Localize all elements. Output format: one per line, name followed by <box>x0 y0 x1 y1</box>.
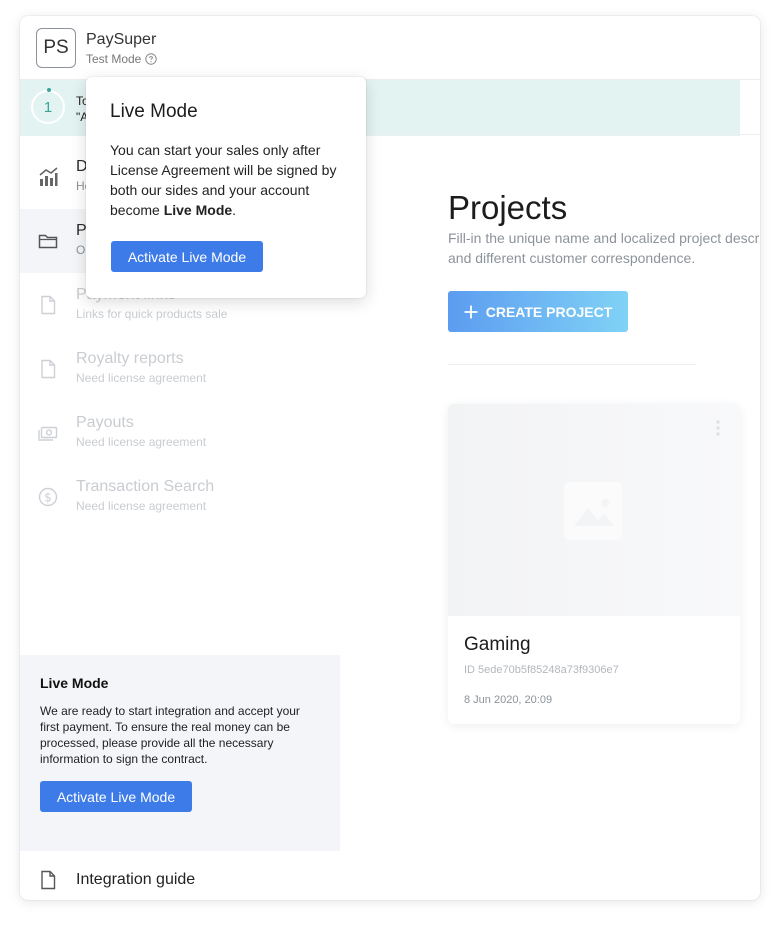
header: PS PaySuper Test Mode <box>20 16 760 80</box>
integration-guide-link[interactable]: Integration guide <box>20 864 340 900</box>
step-progress-dot <box>47 88 51 92</box>
app-title: PaySuper <box>86 31 157 48</box>
sidebar-item-subtitle: Links for quick products sale <box>76 307 228 321</box>
sidebar-item-subtitle: Need license agreement <box>76 435 207 449</box>
plus-icon <box>464 305 478 318</box>
live-mode-card-title: Live Mode <box>40 675 109 691</box>
chart-icon <box>39 167 58 186</box>
page-description: Fill-in the unique name and localized pr… <box>448 230 760 266</box>
create-project-button[interactable]: CREATE PROJECT <box>448 291 628 332</box>
sidebar-item-transaction-search[interactable]: $ Transaction Search Need license agreem… <box>20 465 340 529</box>
project-date: 8 Jun 2020, 20:09 <box>464 694 553 706</box>
sidebar-item-payouts[interactable]: Payouts Need license agreement <box>20 401 340 465</box>
project-name: Gaming <box>464 634 531 655</box>
document-icon <box>41 870 56 890</box>
project-id: ID 5ede70b5f85248a73f9306e7 <box>464 664 619 676</box>
divider <box>448 364 696 365</box>
live-mode-popover: Live Mode You can start your sales only … <box>86 77 366 298</box>
project-card[interactable]: Gaming ID 5ede70b5f85248a73f9306e7 8 Jun… <box>448 404 740 724</box>
sidebar-item-title: Payouts <box>76 414 134 431</box>
sidebar-item-subtitle: Need license agreement <box>76 371 207 385</box>
more-vertical-icon[interactable] <box>710 418 726 438</box>
live-mode-card-text: We are ready to start integration and ac… <box>40 704 300 766</box>
popover-activate-live-mode-button[interactable]: Activate Live Mode <box>111 241 263 272</box>
folder-icon <box>38 234 58 249</box>
step-progress-circle: 1 <box>31 90 65 124</box>
mode-label: Test Mode <box>86 52 142 66</box>
page-title: Projects <box>448 189 568 226</box>
step-number: 1 <box>43 98 53 116</box>
popover-text-bold: Live Mode <box>163 202 233 218</box>
main-content: Projects Fill-in the unique name and loc… <box>340 80 760 900</box>
integration-guide-label: Integration guide <box>76 871 196 888</box>
dollar-icon: $ <box>38 487 58 507</box>
document-icon <box>41 359 56 379</box>
sidebar-item-subtitle: Need license agreement <box>76 499 207 513</box>
popover-title: Live Mode <box>110 101 198 122</box>
app-logo[interactable]: PS <box>36 28 76 68</box>
divider <box>360 134 760 135</box>
sidebar-item-title: Royalty reports <box>76 350 184 367</box>
create-project-label: CREATE PROJECT <box>485 303 613 320</box>
help-icon[interactable] <box>145 53 158 65</box>
sidebar-item-royalty-reports[interactable]: Royalty reports Need license agreement <box>20 337 340 401</box>
svg-text:$: $ <box>44 491 52 505</box>
activate-live-mode-button[interactable]: Activate Live Mode <box>40 781 192 812</box>
payout-icon <box>38 426 58 441</box>
sidebar-item-title: Transaction Search <box>76 478 215 495</box>
document-icon <box>41 295 56 315</box>
mode-indicator: Test Mode <box>86 52 158 66</box>
popover-text: You can start your sales only after Lice… <box>110 142 337 218</box>
project-image <box>448 404 740 616</box>
image-placeholder-icon <box>564 482 622 540</box>
live-mode-card: Live Mode We are ready to start integrat… <box>20 655 340 851</box>
